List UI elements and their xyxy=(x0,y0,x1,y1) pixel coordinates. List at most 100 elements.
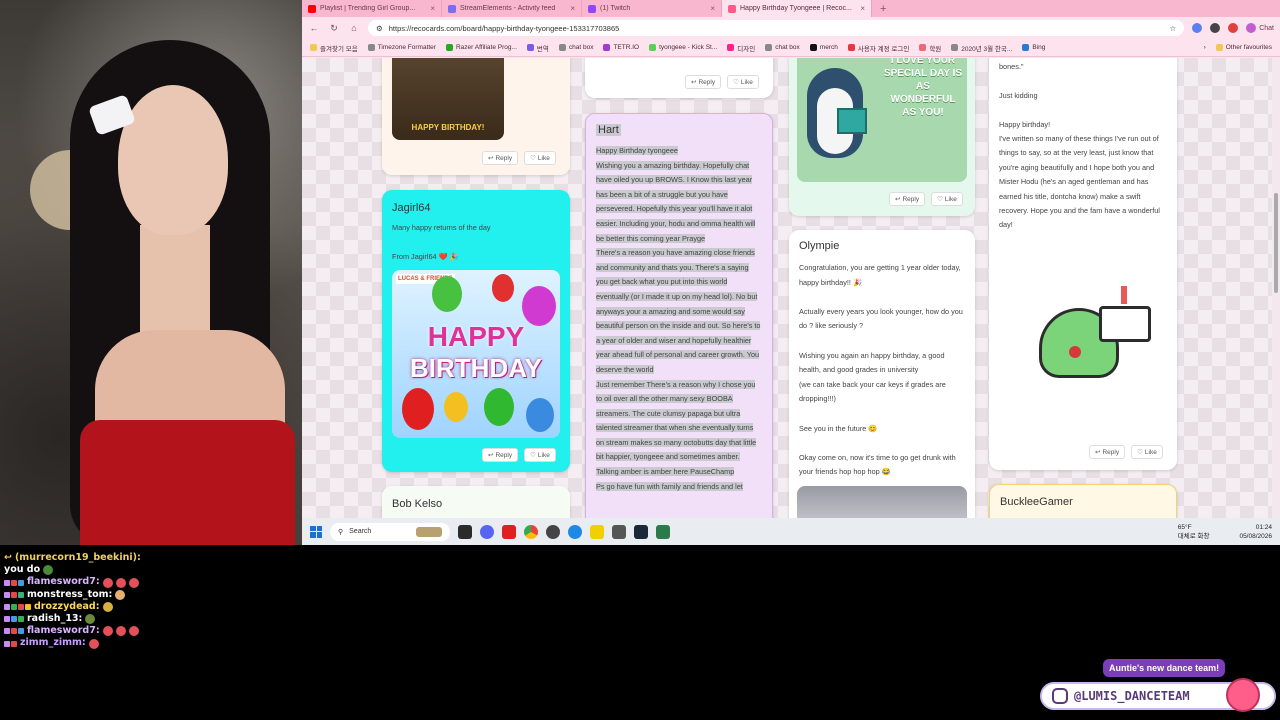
tab-recocards[interactable]: Happy Birthday Tyongeee | Recoc... × xyxy=(722,0,872,17)
chrome-icon[interactable] xyxy=(524,524,538,539)
bookmark-item[interactable]: TETR.IO xyxy=(603,44,639,51)
reply-button[interactable]: ↩ Reply xyxy=(482,151,519,165)
user-badges xyxy=(4,640,17,647)
reply-button[interactable]: ↩ Reply xyxy=(1089,445,1126,459)
app-icon[interactable] xyxy=(612,524,626,539)
windows-start-icon[interactable] xyxy=(310,525,322,538)
bookmark-item[interactable]: tyongeee - Kick St... xyxy=(649,44,717,51)
bookmark-item[interactable]: Bing xyxy=(1022,44,1045,51)
chat-button[interactable]: Chat xyxy=(1246,23,1274,33)
back-icon[interactable]: ← xyxy=(308,23,320,33)
new-tab-button[interactable]: + xyxy=(872,3,894,15)
bookmark-label: Other favourites xyxy=(1225,44,1272,51)
tab-playlist[interactable]: Playlist | Trending Girl Group... × xyxy=(302,0,442,17)
bookmark-item[interactable]: 디자인 xyxy=(727,43,755,53)
star-icon[interactable]: ☆ xyxy=(1169,24,1176,33)
edge-icon[interactable] xyxy=(568,524,582,539)
reply-button[interactable]: ↩ Reply xyxy=(482,448,519,462)
page-scrollbar[interactable] xyxy=(1272,58,1280,518)
tab-label: (1) Twitch xyxy=(600,5,631,12)
reply-label: Reply xyxy=(1102,448,1120,456)
extension-icon[interactable] xyxy=(1228,23,1239,33)
address-bar[interactable]: ⚙ https://recocards.com/board/happy-birt… xyxy=(368,20,1185,36)
user-badges xyxy=(4,579,24,586)
bookmark-item[interactable]: 즐겨찾기 모음 xyxy=(310,43,358,53)
discord-icon[interactable] xyxy=(480,524,494,539)
reply-icon: ↩ xyxy=(488,155,494,162)
emote-icon xyxy=(43,565,54,576)
streamelements-icon xyxy=(448,4,456,13)
extension-icon[interactable] xyxy=(1192,23,1203,33)
bookmarks-bar: 즐겨찾기 모음 Timezone Formatter Razer Affilia… xyxy=(302,39,1280,57)
like-button[interactable]: ♡ Like xyxy=(524,448,556,462)
reload-icon[interactable]: ↻ xyxy=(328,23,340,34)
site-info-icon[interactable]: ⚙ xyxy=(376,24,383,33)
close-icon[interactable]: × xyxy=(430,4,435,13)
close-icon[interactable]: × xyxy=(860,4,865,13)
kakaotalk-icon[interactable] xyxy=(590,524,604,539)
video-thumbnail xyxy=(797,486,967,518)
frog-cake-image xyxy=(1019,268,1159,428)
bookmark-item[interactable]: 학원 xyxy=(919,43,941,53)
stream-scene: Playlist | Trending Girl Group... × Strea… xyxy=(0,0,1280,720)
like-button[interactable]: ♡ Like xyxy=(727,75,759,89)
globe-icon xyxy=(951,44,959,51)
heart-icon: ♡ xyxy=(530,452,536,459)
close-icon[interactable]: × xyxy=(570,4,575,13)
like-button[interactable]: ♡ Like xyxy=(931,192,963,206)
bookmark-label: Razer Affiliate Prog... xyxy=(455,44,517,51)
card-top-mid: ↩ Reply ♡ Like xyxy=(585,58,773,98)
search-highlight-icon xyxy=(416,526,442,537)
tab-bar: Playlist | Trending Girl Group... × Strea… xyxy=(302,0,1280,17)
card-author: Hart xyxy=(596,124,621,136)
promo-tag-text: Auntie's new dance team! xyxy=(1109,663,1220,673)
bookmark-item[interactable]: merch xyxy=(809,44,838,51)
bookmark-item[interactable]: Razer Affiliate Prog... xyxy=(445,44,517,51)
tab-twitch[interactable]: (1) Twitch × xyxy=(582,0,722,17)
chat-username: monstress_tom: xyxy=(27,588,113,600)
extension-icon[interactable] xyxy=(1210,23,1221,33)
card-hart: Hart Happy Birthday tyongeee Wishing you… xyxy=(585,113,773,518)
obs-icon[interactable] xyxy=(546,524,560,539)
reply-button[interactable]: ↩ Reply xyxy=(685,75,722,89)
folder-icon xyxy=(1215,44,1223,51)
reply-button[interactable]: ↩ Reply xyxy=(889,192,926,206)
bookmark-item[interactable]: 2020년 3월 한국... xyxy=(951,43,1012,53)
card-author: Olympie xyxy=(799,240,840,252)
chat-username: flamesword7: xyxy=(27,576,100,588)
like-label: Like xyxy=(537,451,550,459)
bookmark-item[interactable]: chat box xyxy=(558,44,593,51)
bookmark-item[interactable]: Timezone Formatter xyxy=(367,44,436,51)
chevron-right-icon[interactable]: › xyxy=(1204,44,1206,51)
close-icon[interactable]: × xyxy=(710,4,715,13)
tab-streamelements[interactable]: StreamElements - Activity feed × xyxy=(442,0,582,17)
other-favourites[interactable]: Other favourites xyxy=(1215,44,1272,51)
bookmark-item[interactable]: 번역 xyxy=(526,43,549,53)
like-button[interactable]: ♡ Like xyxy=(524,151,556,165)
bookmark-item[interactable]: 사용자 계정 로그인 xyxy=(847,43,909,53)
task-view-icon[interactable] xyxy=(458,524,472,539)
twitch-icon xyxy=(588,4,596,13)
scrollbar-thumb[interactable] xyxy=(1274,193,1278,293)
clock[interactable]: 01:24 05/08/2026 xyxy=(1239,523,1272,541)
razer-icon xyxy=(445,44,453,51)
alert-app-icon[interactable] xyxy=(502,524,516,539)
instagram-icon xyxy=(1052,688,1068,704)
reply-icon: ↩ xyxy=(895,196,901,203)
weather-temp: 65°F xyxy=(1177,523,1192,531)
image-text-happy: HAPPY xyxy=(427,321,525,352)
chat-line: zimm_zimm: xyxy=(4,637,304,649)
home-icon[interactable]: ⌂ xyxy=(348,23,360,33)
taskbar-search[interactable]: ⚲ Search xyxy=(330,522,450,541)
steam-icon[interactable] xyxy=(634,524,648,539)
weather-widget[interactable]: 65°F 대체로 화창 xyxy=(1178,523,1210,541)
like-button[interactable]: ♡ Like xyxy=(1131,445,1163,459)
terminal-icon[interactable] xyxy=(656,524,670,539)
card-olympie: Olympie Congratulation, you are getting … xyxy=(789,230,975,518)
card-message: Congratulation, you are getting 1 year o… xyxy=(799,263,963,477)
webcam-feed xyxy=(0,0,302,545)
bookmark-item[interactable]: chat box xyxy=(765,44,800,51)
bookmark-label: 학원 xyxy=(929,45,942,53)
card-penguin: I LOVE YOUR SPECIAL DAY IS AS WONDERFUL … xyxy=(789,58,975,216)
card-bucklee-gamer: BuckleeGamer xyxy=(989,484,1177,518)
